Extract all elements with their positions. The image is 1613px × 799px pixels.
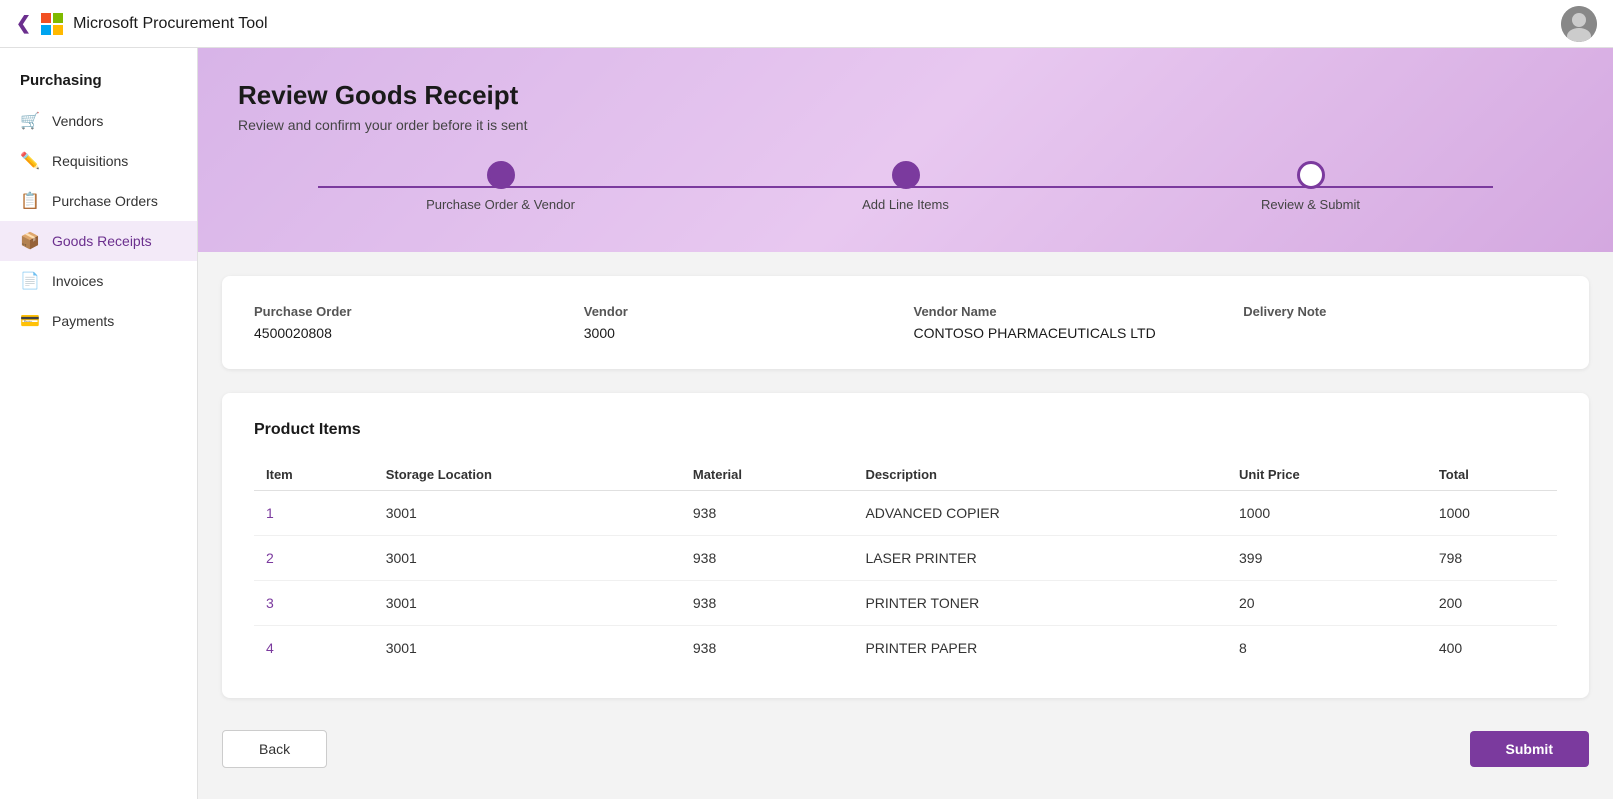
cell-total: 400 <box>1427 626 1557 671</box>
stepper-circle-1 <box>487 161 515 189</box>
footer-actions: Back Submit <box>198 706 1613 792</box>
cell-description: LASER PRINTER <box>853 536 1227 581</box>
payments-icon: 💳 <box>20 311 40 331</box>
vendors-icon: 🛒 <box>20 111 40 131</box>
sidebar-item-vendors[interactable]: 🛒 Vendors <box>0 101 197 141</box>
cell-unit-price: 20 <box>1227 581 1427 626</box>
cell-material: 938 <box>681 626 854 671</box>
cell-total: 200 <box>1427 581 1557 626</box>
sidebar-item-label: Vendors <box>52 113 103 129</box>
col-item: Item <box>254 459 374 491</box>
purchase-order-field: Purchase Order 4500020808 <box>254 304 568 341</box>
cell-item: 3 <box>254 581 374 626</box>
topbar: ❮ Microsoft Procurement Tool <box>0 0 1613 48</box>
order-info-card: Purchase Order 4500020808 Vendor 3000 Ve… <box>222 276 1589 369</box>
delivery-note-label: Delivery Note <box>1243 304 1557 319</box>
table-row: 3 3001 938 PRINTER TONER 20 200 <box>254 581 1557 626</box>
cell-description: ADVANCED COPIER <box>853 491 1227 536</box>
sidebar-item-label: Requisitions <box>52 153 128 169</box>
sidebar-item-label: Invoices <box>52 273 103 289</box>
stepper-label-1: Purchase Order & Vendor <box>426 197 575 212</box>
cell-description: PRINTER TONER <box>853 581 1227 626</box>
vendor-value: 3000 <box>584 325 898 341</box>
cell-total: 1000 <box>1427 491 1557 536</box>
cell-storage-location: 3001 <box>374 581 681 626</box>
user-avatar[interactable] <box>1561 6 1597 42</box>
back-nav-icon[interactable]: ❮ <box>16 13 31 34</box>
cell-description: PRINTER PAPER <box>853 626 1227 671</box>
main-content: Review Goods Receipt Review and confirm … <box>198 48 1613 799</box>
header-banner: Review Goods Receipt Review and confirm … <box>198 48 1613 252</box>
col-total: Total <box>1427 459 1557 491</box>
cell-storage-location: 3001 <box>374 491 681 536</box>
sidebar: Purchasing 🛒 Vendors ✏️ Requisitions 📋 P… <box>0 48 198 799</box>
sidebar-item-requisitions[interactable]: ✏️ Requisitions <box>0 141 197 181</box>
vendor-name-value: CONTOSO PHARMACEUTICALS LTD <box>914 325 1228 341</box>
stepper-step-1: Purchase Order & Vendor <box>298 161 703 212</box>
col-description: Description <box>853 459 1227 491</box>
col-unit-price: Unit Price <box>1227 459 1427 491</box>
sidebar-item-payments[interactable]: 💳 Payments <box>0 301 197 341</box>
page-title: Review Goods Receipt <box>238 80 1573 111</box>
sidebar-item-label: Purchase Orders <box>52 193 158 209</box>
cell-item: 1 <box>254 491 374 536</box>
back-button[interactable]: Back <box>222 730 327 768</box>
sidebar-section-title: Purchasing <box>0 64 197 101</box>
cell-item: 2 <box>254 536 374 581</box>
cell-unit-price: 399 <box>1227 536 1427 581</box>
product-items-card: Product Items Item Storage Location Mate… <box>222 393 1589 698</box>
cell-material: 938 <box>681 491 854 536</box>
sidebar-item-goods-receipts[interactable]: 📦 Goods Receipts <box>0 221 197 261</box>
purchase-order-label: Purchase Order <box>254 304 568 319</box>
stepper: Purchase Order & Vendor Add Line Items R… <box>238 161 1573 212</box>
cell-total: 798 <box>1427 536 1557 581</box>
microsoft-logo <box>41 13 63 35</box>
vendor-name-label: Vendor Name <box>914 304 1228 319</box>
invoices-icon: 📄 <box>20 271 40 291</box>
sidebar-item-purchase-orders[interactable]: 📋 Purchase Orders <box>0 181 197 221</box>
requisitions-icon: ✏️ <box>20 151 40 171</box>
cell-storage-location: 3001 <box>374 536 681 581</box>
order-info-grid: Purchase Order 4500020808 Vendor 3000 Ve… <box>254 304 1557 341</box>
col-material: Material <box>681 459 854 491</box>
vendor-label: Vendor <box>584 304 898 319</box>
page-subtitle: Review and confirm your order before it … <box>238 117 1573 133</box>
cell-unit-price: 1000 <box>1227 491 1427 536</box>
stepper-step-3: Review & Submit <box>1108 161 1513 212</box>
submit-button[interactable]: Submit <box>1470 731 1589 767</box>
cell-material: 938 <box>681 536 854 581</box>
table-header-row: Item Storage Location Material Descripti… <box>254 459 1557 491</box>
sidebar-item-invoices[interactable]: 📄 Invoices <box>0 261 197 301</box>
stepper-label-3: Review & Submit <box>1261 197 1360 212</box>
stepper-step-2: Add Line Items <box>703 161 1108 212</box>
vendor-name-field: Vendor Name CONTOSO PHARMACEUTICALS LTD <box>914 304 1228 341</box>
items-table: Item Storage Location Material Descripti… <box>254 459 1557 670</box>
sidebar-item-label: Goods Receipts <box>52 233 152 249</box>
stepper-circle-3 <box>1297 161 1325 189</box>
table-row: 2 3001 938 LASER PRINTER 399 798 <box>254 536 1557 581</box>
cell-unit-price: 8 <box>1227 626 1427 671</box>
table-row: 1 3001 938 ADVANCED COPIER 1000 1000 <box>254 491 1557 536</box>
product-items-title: Product Items <box>254 421 1557 439</box>
stepper-label-2: Add Line Items <box>862 197 949 212</box>
main-layout: Purchasing 🛒 Vendors ✏️ Requisitions 📋 P… <box>0 48 1613 799</box>
col-storage-location: Storage Location <box>374 459 681 491</box>
cell-item: 4 <box>254 626 374 671</box>
vendor-field: Vendor 3000 <box>584 304 898 341</box>
app-title: Microsoft Procurement Tool <box>73 15 267 33</box>
table-row: 4 3001 938 PRINTER PAPER 8 400 <box>254 626 1557 671</box>
cell-storage-location: 3001 <box>374 626 681 671</box>
sidebar-item-label: Payments <box>52 313 114 329</box>
cell-material: 938 <box>681 581 854 626</box>
delivery-note-field: Delivery Note <box>1243 304 1557 341</box>
purchase-order-value: 4500020808 <box>254 325 568 341</box>
purchase-orders-icon: 📋 <box>20 191 40 211</box>
stepper-circle-2 <box>892 161 920 189</box>
goods-receipts-icon: 📦 <box>20 231 40 251</box>
